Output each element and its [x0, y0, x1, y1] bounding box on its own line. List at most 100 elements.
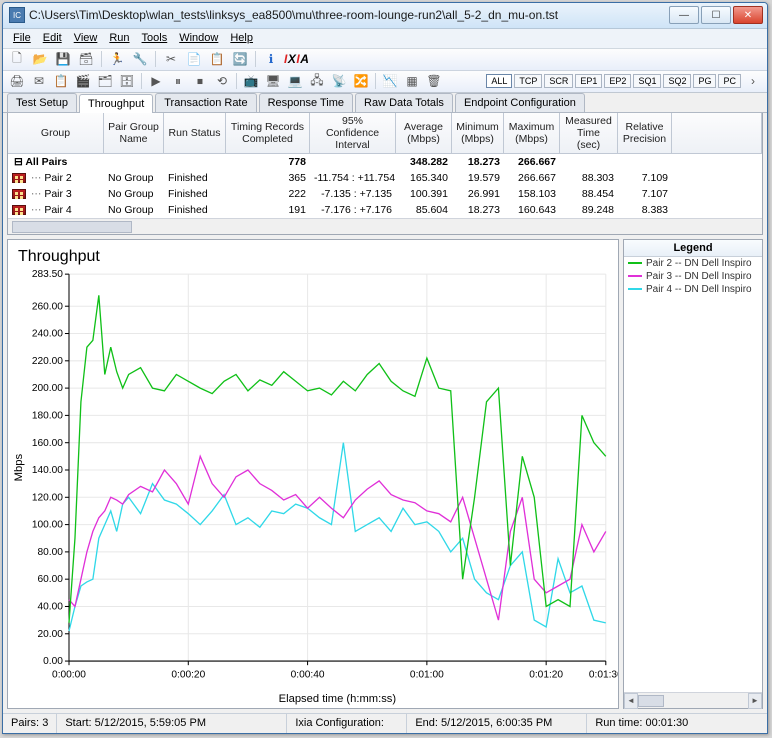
menu-view[interactable]: View [68, 30, 104, 46]
grid-horizontal-scrollbar[interactable] [8, 218, 762, 234]
open-icon[interactable]: 📂 [30, 49, 50, 69]
tb2-icon[interactable]: 💻 [285, 71, 305, 91]
filter-scr[interactable]: SCR [544, 74, 573, 88]
scrollbar-thumb[interactable] [12, 221, 132, 233]
status-pairs-label: Pairs: [11, 717, 39, 729]
scroll-right-icon[interactable]: ► [748, 693, 762, 709]
column-header[interactable]: Maximum (Mbps) [504, 113, 560, 154]
tb2-icon[interactable]: ✉ [29, 71, 49, 91]
menu-tools[interactable]: Tools [136, 30, 174, 46]
column-header[interactable]: Pair Group Name [104, 113, 164, 154]
table-cell: ⋯ Pair 2 [8, 172, 104, 184]
tb2-icon[interactable]: ⏸ [168, 71, 188, 91]
chart-pane: Throughput 0.0020.0040.0060.0080.00100.0… [7, 239, 619, 709]
stop-icon[interactable]: 🔧 [130, 49, 150, 69]
column-header[interactable]: Group [8, 113, 104, 154]
table-row[interactable]: ⊟ All Pairs778348.28218.273266.667 [8, 154, 762, 170]
paste-icon[interactable]: 📋 [207, 49, 227, 69]
filter-ep1[interactable]: EP1 [575, 74, 602, 88]
column-header[interactable]: 95% Confidence Interval [310, 113, 396, 154]
tb2-icon[interactable]: ⟲ [212, 71, 232, 91]
close-button[interactable]: ✕ [733, 6, 763, 24]
legend-pane: Legend Pair 2 -- DN Dell InspiroPair 3 -… [623, 239, 763, 709]
tb2-icon[interactable]: 🎬 [73, 71, 93, 91]
tab-transaction-rate[interactable]: Transaction Rate [155, 93, 256, 112]
table-cell: 165.340 [396, 172, 452, 184]
info-icon[interactable]: ℹ [261, 49, 281, 69]
tb2-icon[interactable]: ▦ [402, 71, 422, 91]
separator [141, 73, 142, 89]
copy-icon[interactable]: 📄 [184, 49, 204, 69]
refresh-icon[interactable]: 🔄 [230, 49, 250, 69]
legend-scrollbar[interactable]: ◄ ► [624, 692, 762, 708]
tb2-icon[interactable]: 📺 [241, 71, 261, 91]
menu-run[interactable]: Run [103, 30, 135, 46]
legend-item[interactable]: Pair 2 -- DN Dell Inspiro [624, 257, 762, 270]
column-header[interactable]: Minimum (Mbps) [452, 113, 504, 154]
separator [255, 51, 256, 67]
status-end: End: 5/12/2015, 6:00:35 PM [407, 714, 587, 733]
tb2-icon[interactable]: 🔀 [351, 71, 371, 91]
table-cell: 191 [226, 204, 310, 216]
tab-throughput[interactable]: Throughput [79, 94, 153, 113]
filter-sq1[interactable]: SQ1 [633, 74, 661, 88]
table-row[interactable]: ⋯ Pair 2No GroupFinished365-11.754 : +11… [8, 170, 762, 186]
filter-pg[interactable]: PG [693, 74, 716, 88]
table-cell: ⊟ All Pairs [8, 156, 104, 168]
save-all-icon[interactable]: 🗃 [76, 49, 96, 69]
table-cell: 7.107 [618, 188, 672, 200]
table-row[interactable]: ⋯ Pair 4No GroupFinished191-7.176 : +7.1… [8, 202, 762, 218]
menu-window[interactable]: Window [173, 30, 224, 46]
scrollbar-thumb[interactable] [638, 695, 664, 707]
filter-sq2[interactable]: SQ2 [663, 74, 691, 88]
legend-swatch [628, 275, 642, 277]
tb2-icon[interactable]: 📉 [380, 71, 400, 91]
tb2-icon[interactable]: 🖥 [263, 71, 283, 91]
tb2-icon[interactable]: 🗑 [424, 71, 444, 91]
separator [155, 51, 156, 67]
new-icon[interactable]: 🗋 [7, 49, 27, 69]
menu-file[interactable]: File [7, 30, 37, 46]
tb2-icon[interactable]: 🖨 [7, 71, 27, 91]
legend-item[interactable]: Pair 3 -- DN Dell Inspiro [624, 270, 762, 283]
table-cell: 266.667 [504, 156, 560, 168]
column-header[interactable]: Run Status [164, 113, 226, 154]
chart-title: Throughput [8, 240, 618, 268]
minimize-button[interactable]: — [669, 6, 699, 24]
column-header[interactable]: Average (Mbps) [396, 113, 452, 154]
tab-test-setup[interactable]: Test Setup [7, 93, 77, 112]
filter-ep2[interactable]: EP2 [604, 74, 631, 88]
cut-icon[interactable]: ✂ [161, 49, 181, 69]
svg-text:80.00: 80.00 [37, 547, 63, 558]
filter-more-icon[interactable]: › [743, 71, 763, 91]
tb2-icon[interactable]: ⏹ [190, 71, 210, 91]
tb2-icon[interactable]: ▶ [146, 71, 166, 91]
run-icon[interactable]: 🏃 [107, 49, 127, 69]
tab-response-time[interactable]: Response Time [259, 93, 353, 112]
maximize-button[interactable]: ☐ [701, 6, 731, 24]
tb2-icon[interactable]: 🖧 [307, 71, 327, 91]
save-icon[interactable]: 💾 [53, 49, 73, 69]
filter-tcp[interactable]: TCP [514, 74, 542, 88]
scroll-left-icon[interactable]: ◄ [624, 693, 638, 709]
table-cell: 88.303 [560, 172, 618, 184]
column-header[interactable]: Relative Precision [618, 113, 672, 154]
legend-item[interactable]: Pair 4 -- DN Dell Inspiro [624, 283, 762, 296]
column-header[interactable]: Timing Records Completed [226, 113, 310, 154]
table-row[interactable]: ⋯ Pair 3No GroupFinished222-7.135 : +7.1… [8, 186, 762, 202]
tb2-icon[interactable]: 🗂 [95, 71, 115, 91]
filter-all[interactable]: ALL [486, 74, 512, 88]
svg-text:0:00:00: 0:00:00 [52, 669, 86, 680]
tb2-icon[interactable]: 📋 [51, 71, 71, 91]
menu-edit[interactable]: Edit [37, 30, 68, 46]
toolbar-main: 🗋 📂 💾 🗃 🏃 🔧 ✂ 📄 📋 🔄 ℹ IXIA [3, 49, 767, 71]
filter-pc[interactable]: PC [718, 74, 741, 88]
column-header[interactable]: Measured Time (sec) [560, 113, 618, 154]
menu-help[interactable]: Help [224, 30, 259, 46]
tb2-icon[interactable]: 📡 [329, 71, 349, 91]
tab-endpoint-configuration[interactable]: Endpoint Configuration [455, 93, 585, 112]
svg-text:40.00: 40.00 [37, 601, 63, 612]
tab-raw-data-totals[interactable]: Raw Data Totals [355, 93, 453, 112]
status-start: Start: 5/12/2015, 5:59:05 PM [57, 714, 287, 733]
tb2-icon[interactable]: 🗄 [117, 71, 137, 91]
